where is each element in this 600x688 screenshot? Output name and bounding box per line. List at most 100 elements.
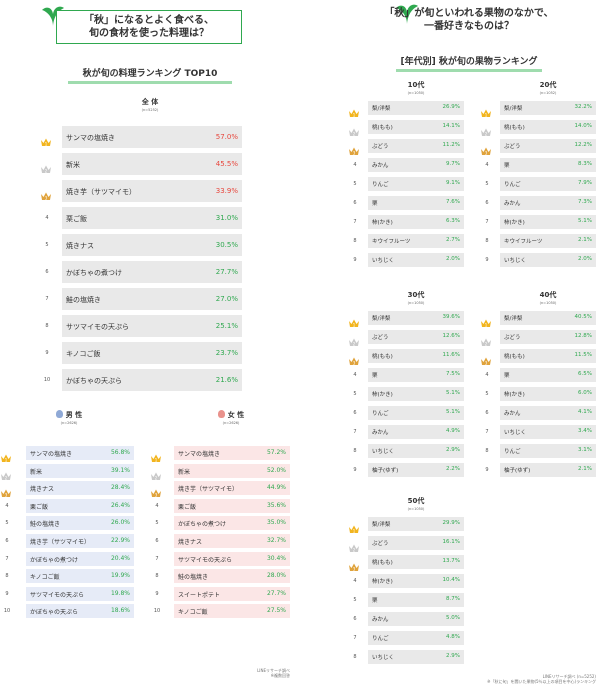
item-value: 4.9% bbox=[446, 428, 460, 434]
age-group-label: 40代 bbox=[539, 291, 557, 299]
ranking-row: 10 キノコご飯 27.5% bbox=[152, 604, 290, 619]
ranking-row: 1 梨/洋梨 39.6% bbox=[346, 311, 464, 328]
item-name: サンマの塩焼き bbox=[66, 134, 115, 142]
crown-rank-2-icon: 2 bbox=[480, 122, 492, 137]
item-name: 栗 bbox=[504, 163, 510, 169]
item-value: 2.0% bbox=[446, 256, 460, 262]
item-value: 2.1% bbox=[578, 237, 592, 243]
ranking-row: 4 栗ご飯 26.4% bbox=[2, 498, 134, 513]
item-name: 梨/洋梨 bbox=[372, 316, 391, 322]
item-value: 14.1% bbox=[442, 123, 460, 129]
crown-rank-2-icon: 2 bbox=[348, 538, 360, 553]
item-value: 12.8% bbox=[574, 333, 592, 339]
crown-rank-1-icon: 1 bbox=[348, 313, 360, 328]
item-name: 栗 bbox=[504, 373, 510, 379]
rank-number: 9 bbox=[485, 257, 489, 263]
rank-number: 10 bbox=[3, 608, 11, 615]
item-name: 桃(もも) bbox=[372, 560, 393, 566]
ranking-row: 1 サンマの塩焼き 57.2% bbox=[151, 446, 290, 463]
age-group-n: (n=1052) bbox=[539, 91, 557, 95]
item-value: 40.5% bbox=[574, 314, 592, 320]
item-name: キノコご飯 bbox=[178, 609, 208, 617]
item-value: 25.1% bbox=[215, 322, 238, 330]
item-value: 30.5% bbox=[215, 241, 238, 249]
item-name: 柚子(ゆず) bbox=[372, 468, 399, 474]
item-name: 梨/洋梨 bbox=[372, 106, 391, 112]
rank-number: 6 bbox=[45, 269, 49, 275]
item-value: 6.0% bbox=[578, 390, 592, 396]
female-subhead: 女 性 (n=2626) bbox=[206, 410, 256, 425]
ranking-row: 1 梨/洋梨 32.2% bbox=[478, 101, 596, 118]
rank-number: 8 bbox=[5, 573, 9, 580]
item-name: いちじく bbox=[372, 655, 395, 661]
ranking-row: 7 鮭の塩焼き 27.0% bbox=[38, 288, 242, 310]
item-value: 5.1% bbox=[446, 409, 460, 415]
female-label: 女 性 bbox=[227, 411, 245, 419]
rank-number: 5 bbox=[353, 391, 357, 397]
age-group-subhead: 30代 (n=1050) bbox=[386, 290, 446, 305]
ranking-row: 6 みかん 4.1% bbox=[478, 406, 596, 420]
ranking-row: 6 栗 7.6% bbox=[346, 196, 464, 210]
crown-rank-2-icon: 2 bbox=[348, 122, 360, 137]
ranking-row: 7 いちじく 3.4% bbox=[478, 425, 596, 439]
item-name: 焼きナス bbox=[66, 242, 94, 250]
item-value: 16.1% bbox=[442, 539, 460, 545]
rank-number: 4 bbox=[45, 215, 49, 221]
overall-subhead: 全 体 (n=5252) bbox=[118, 97, 182, 112]
item-name: 栗ご飯 bbox=[66, 215, 87, 223]
item-value: 26.9% bbox=[442, 104, 460, 110]
ranking-row: 6 かぼちゃの煮つけ 27.7% bbox=[38, 261, 242, 283]
item-value: 57.0% bbox=[215, 133, 238, 141]
ranking-row: 5 りんご 9.1% bbox=[346, 177, 464, 191]
crown-rank-1-icon: 1 bbox=[480, 313, 492, 328]
svg-text:1: 1 bbox=[485, 323, 488, 328]
rank-number: 5 bbox=[5, 520, 9, 527]
item-value: 39.1% bbox=[110, 466, 130, 474]
item-value: 5.1% bbox=[446, 390, 460, 396]
item-value: 2.9% bbox=[446, 447, 460, 453]
left-question-box: 「秋」になるとよく食べる、 旬の食材を使った料理は？ bbox=[56, 10, 242, 44]
age-group-label: 30代 bbox=[407, 291, 425, 299]
ranking-row: 9 いちじく 2.0% bbox=[346, 253, 464, 267]
item-value: 57.2% bbox=[266, 449, 286, 456]
item-value: 52.0% bbox=[266, 466, 286, 474]
item-name: 新米 bbox=[178, 468, 191, 476]
item-value: 21.6% bbox=[215, 376, 238, 384]
ranking-row: 6 焼き芋（サツマイモ） 22.9% bbox=[2, 534, 134, 548]
right-note-line2: ※「秋に旬」を聞いた果物(5％以上の項目を中心)ランキング bbox=[487, 679, 596, 684]
item-name: 桃(もも) bbox=[372, 125, 393, 131]
item-value: 9.7% bbox=[446, 161, 460, 167]
crown-rank-2-icon: 2 bbox=[348, 332, 360, 347]
item-value: 27.7% bbox=[215, 268, 238, 276]
age-group-n: (n=1050) bbox=[407, 91, 425, 95]
item-value: 2.2% bbox=[446, 466, 460, 472]
item-value: 35.6% bbox=[266, 501, 286, 509]
svg-text:3: 3 bbox=[155, 493, 158, 498]
crown-rank-3-icon: 3 bbox=[348, 141, 360, 156]
svg-text:3: 3 bbox=[353, 567, 356, 572]
svg-text:1: 1 bbox=[353, 529, 356, 534]
item-value: 11.2% bbox=[442, 142, 460, 148]
item-name: 桃(もも) bbox=[504, 354, 525, 360]
item-name: 栗 bbox=[372, 201, 378, 207]
svg-text:1: 1 bbox=[155, 458, 158, 463]
item-name: 柿(かき) bbox=[504, 220, 525, 226]
ranking-row: 7 柿(かき) 6.3% bbox=[346, 215, 464, 229]
rank-number: 9 bbox=[155, 590, 159, 597]
item-name: 梨/洋梨 bbox=[504, 316, 523, 322]
crown-rank-2-icon: 2 bbox=[0, 466, 12, 480]
svg-text:2: 2 bbox=[353, 342, 356, 347]
item-value: 31.0% bbox=[215, 214, 238, 222]
rank-number: 9 bbox=[45, 350, 49, 356]
crown-rank-3-icon: 3 bbox=[480, 351, 492, 366]
rank-number: 9 bbox=[353, 467, 357, 473]
ranking-row: 6 りんご 5.1% bbox=[346, 406, 464, 420]
item-value: 6.5% bbox=[578, 371, 592, 377]
item-value: 4.8% bbox=[446, 634, 460, 640]
age-group-label: 10代 bbox=[407, 81, 425, 89]
ranking-row: 9 柚子(ゆず) 2.1% bbox=[478, 463, 596, 477]
ranking-row: 2 新米 52.0% bbox=[151, 463, 290, 480]
ranking-row: 1 梨/洋梨 26.9% bbox=[346, 101, 464, 118]
ranking-row: 3 焼き芋（サツマイモ） 33.9% bbox=[38, 180, 242, 202]
item-name: 柚子(ゆず) bbox=[504, 468, 531, 474]
